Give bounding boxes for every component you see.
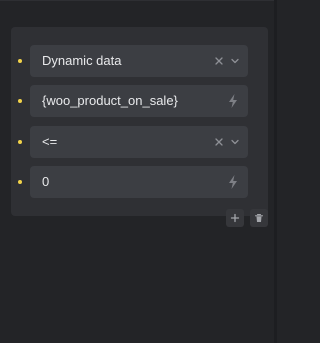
trash-icon [254,213,264,222]
page: Dynamic data {woo_product_on_sale} <= 0 [0,0,277,343]
key-select[interactable]: Dynamic data [30,45,248,77]
row-indicator-dot [18,180,22,184]
row-indicator-dot [18,59,22,63]
close-icon[interactable] [213,136,225,148]
plus-icon [230,213,240,223]
row-indicator-dot [18,140,22,144]
condition-group-panel: Dynamic data {woo_product_on_sale} <= 0 [11,27,268,216]
delete-condition-button[interactable] [250,209,268,227]
chevron-down-icon[interactable] [230,56,240,66]
lightning-bolt-icon[interactable] [227,93,239,109]
condition-row-tag: {woo_product_on_sale} [11,85,268,117]
chevron-down-icon[interactable] [230,137,240,147]
condition-row-value: 0 [11,166,268,198]
scrollbar-track[interactable] [274,0,277,343]
operator-select-value: <= [42,134,58,149]
condition-row-operator: <= [11,126,268,158]
key-select-value: Dynamic data [42,53,122,68]
top-divider [0,0,277,1]
value-input[interactable]: 0 [30,166,248,198]
condition-row-key: Dynamic data [11,45,268,77]
dynamic-tag-value: {woo_product_on_sale} [42,93,178,108]
row-indicator-dot [18,99,22,103]
value-input-text: 0 [42,174,50,189]
lightning-bolt-icon[interactable] [227,174,239,190]
close-icon[interactable] [213,55,225,67]
add-condition-button[interactable] [226,209,244,227]
dynamic-tag-input[interactable]: {woo_product_on_sale} [30,85,248,117]
operator-select[interactable]: <= [30,126,248,158]
